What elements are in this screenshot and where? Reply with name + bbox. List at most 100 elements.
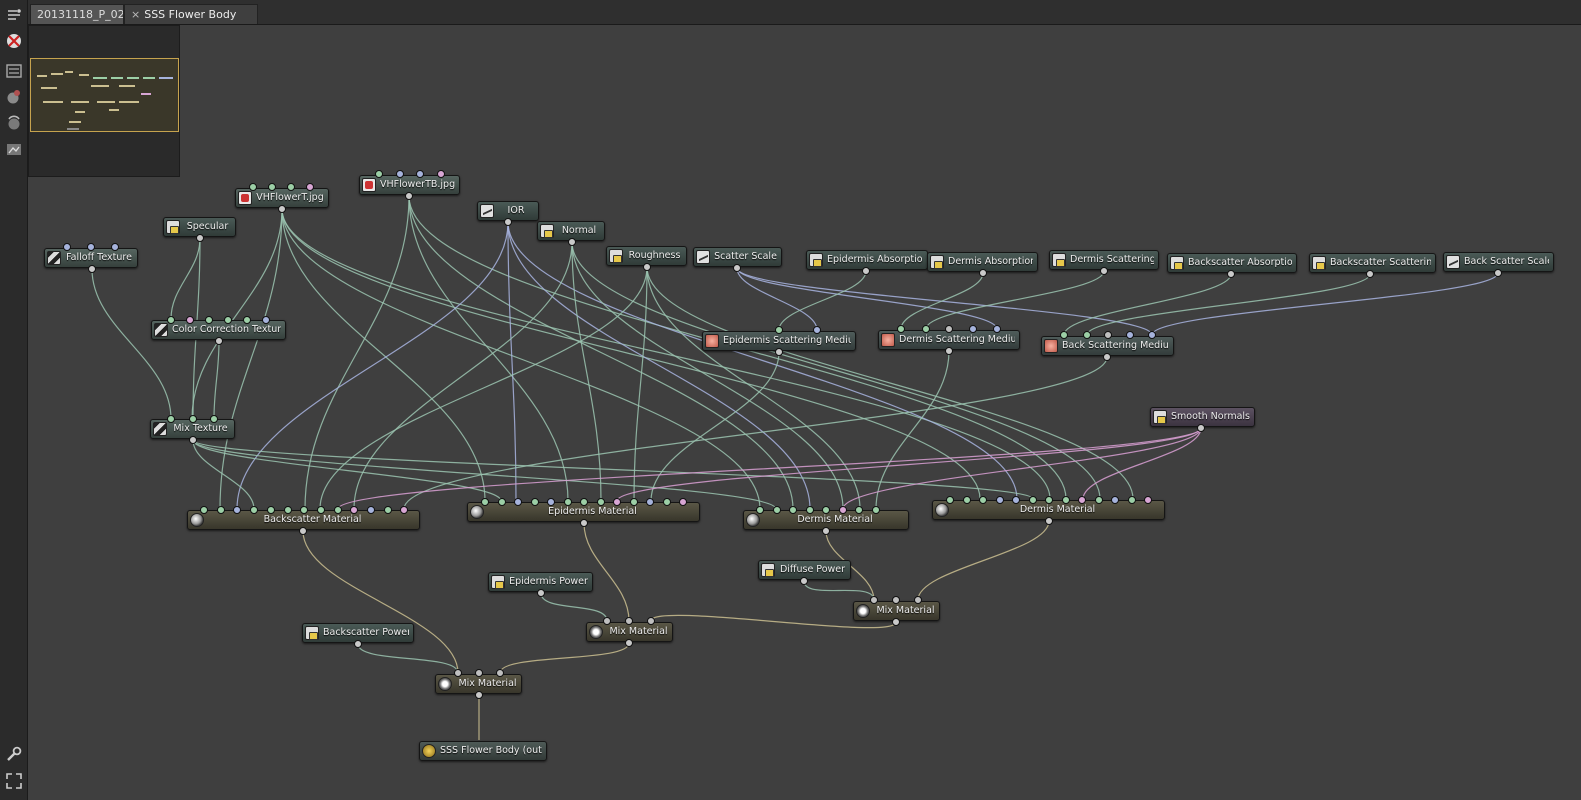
- connector-pin[interactable]: [249, 183, 257, 191]
- connector-pin[interactable]: [625, 639, 633, 647]
- connector-pin[interactable]: [892, 618, 900, 626]
- connector-pin[interactable]: [266, 506, 275, 514]
- connector-pin[interactable]: [268, 183, 276, 191]
- connector-pin[interactable]: [897, 325, 905, 333]
- connector-pin[interactable]: [514, 498, 522, 506]
- connector-pin[interactable]: [1012, 496, 1020, 504]
- connector-pin[interactable]: [962, 496, 971, 504]
- connector-pin[interactable]: [870, 596, 878, 604]
- connector-pin[interactable]: [287, 183, 295, 191]
- connector-pin[interactable]: [1494, 269, 1502, 277]
- connector-pin[interactable]: [63, 243, 71, 251]
- connector-pin[interactable]: [1100, 267, 1108, 275]
- connector-pin[interactable]: [186, 316, 194, 324]
- refresh-material-icon[interactable]: [5, 114, 23, 132]
- connector-pin[interactable]: [405, 192, 413, 200]
- connector-pin[interactable]: [647, 617, 655, 625]
- connector-pin[interactable]: [855, 506, 863, 514]
- connector-pin[interactable]: [1126, 331, 1134, 339]
- minimap[interactable]: [28, 25, 180, 177]
- connector-pin[interactable]: [862, 267, 870, 275]
- connector-pin[interactable]: [215, 337, 223, 345]
- connector-pin[interactable]: [299, 527, 307, 535]
- connector-pin[interactable]: [88, 265, 96, 273]
- wrench-icon[interactable]: [5, 745, 23, 763]
- close-icon[interactable]: ×: [131, 8, 140, 21]
- connector-pin[interactable]: [454, 669, 462, 677]
- connector-pin[interactable]: [822, 527, 830, 535]
- graph-layout-icon[interactable]: [5, 6, 23, 24]
- connector-pin[interactable]: [629, 498, 638, 506]
- connector-pin[interactable]: [1111, 496, 1119, 504]
- connector-pin[interactable]: [375, 170, 383, 178]
- connector-pin[interactable]: [596, 498, 605, 506]
- connector-pin[interactable]: [946, 496, 954, 504]
- node-graph-canvas[interactable]: [28, 25, 1581, 800]
- connector-pin[interactable]: [643, 263, 651, 271]
- connector-pin[interactable]: [646, 498, 654, 506]
- connector-pin[interactable]: [278, 205, 286, 213]
- connector-pin[interactable]: [475, 691, 483, 699]
- node-output[interactable]: SSS Flower Body (out): [419, 741, 547, 761]
- connector-pin[interactable]: [216, 506, 225, 514]
- connector-pin[interactable]: [613, 498, 621, 506]
- connector-pin[interactable]: [625, 617, 633, 625]
- connector-pin[interactable]: [1148, 331, 1156, 339]
- connector-pin[interactable]: [922, 325, 930, 333]
- connector-pin[interactable]: [662, 498, 671, 506]
- connector-pin[interactable]: [914, 596, 922, 604]
- connector-pin[interactable]: [563, 498, 572, 506]
- minimap-viewport[interactable]: [30, 58, 179, 132]
- connector-pin[interactable]: [496, 669, 504, 677]
- fullscreen-icon[interactable]: [5, 772, 23, 790]
- connector-pin[interactable]: [1060, 331, 1068, 339]
- connector-pin[interactable]: [189, 436, 197, 444]
- render-icon[interactable]: [5, 140, 23, 158]
- connector-pin[interactable]: [775, 326, 783, 334]
- connector-pin[interactable]: [775, 348, 783, 356]
- connector-pin[interactable]: [756, 506, 764, 514]
- connector-pin[interactable]: [383, 506, 392, 514]
- connector-pin[interactable]: [1045, 517, 1053, 525]
- connector-pin[interactable]: [979, 269, 987, 277]
- connector-pin[interactable]: [979, 496, 987, 504]
- node-list-icon[interactable]: [5, 62, 23, 80]
- connector-pin[interactable]: [200, 506, 208, 514]
- connector-pin[interactable]: [1197, 424, 1205, 432]
- connector-pin[interactable]: [580, 519, 588, 527]
- connector-pin[interactable]: [1104, 331, 1112, 339]
- connector-pin[interactable]: [189, 415, 197, 423]
- connector-pin[interactable]: [1094, 496, 1103, 504]
- connector-pin[interactable]: [333, 506, 342, 514]
- connector-pin[interactable]: [167, 316, 175, 324]
- connector-pin[interactable]: [1103, 353, 1111, 361]
- connector-pin[interactable]: [210, 415, 218, 423]
- connector-pin[interactable]: [497, 498, 506, 506]
- connector-pin[interactable]: [1045, 496, 1053, 504]
- connector-pin[interactable]: [1366, 270, 1374, 278]
- connector-pin[interactable]: [580, 498, 588, 506]
- connector-pin[interactable]: [1227, 270, 1235, 278]
- connector-pin[interactable]: [995, 496, 1004, 504]
- connector-pin[interactable]: [892, 596, 900, 604]
- connector-pin[interactable]: [789, 506, 797, 514]
- connector-pin[interactable]: [800, 577, 808, 585]
- connector-pin[interactable]: [805, 506, 814, 514]
- connector-pin[interactable]: [504, 218, 512, 226]
- connector-pin[interactable]: [1127, 496, 1136, 504]
- connector-pin[interactable]: [1028, 496, 1037, 504]
- connector-pin[interactable]: [679, 498, 687, 506]
- connector-pin[interactable]: [416, 170, 424, 178]
- connector-pin[interactable]: [568, 238, 576, 246]
- connector-pin[interactable]: [196, 234, 204, 242]
- connector-pin[interactable]: [1083, 331, 1091, 339]
- connector-pin[interactable]: [1078, 496, 1086, 504]
- connector-pin[interactable]: [367, 506, 375, 514]
- connector-pin[interactable]: [283, 506, 292, 514]
- connector-pin[interactable]: [537, 589, 545, 597]
- connector-pin[interactable]: [1061, 496, 1070, 504]
- connector-pin[interactable]: [838, 506, 847, 514]
- connector-pin[interactable]: [822, 506, 830, 514]
- connector-pin[interactable]: [111, 243, 119, 251]
- connector-pin[interactable]: [205, 316, 213, 324]
